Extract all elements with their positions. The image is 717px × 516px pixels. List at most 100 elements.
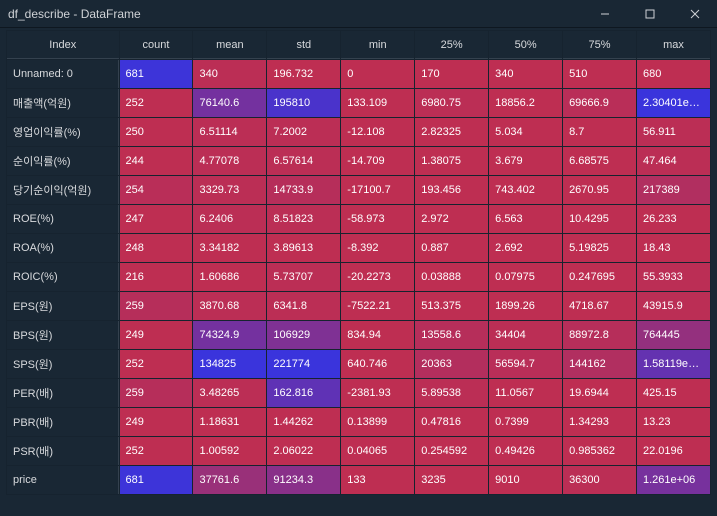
- data-cell[interactable]: -17100.7: [341, 176, 414, 204]
- data-cell[interactable]: 74324.9: [193, 321, 266, 349]
- row-index[interactable]: SPS(원): [7, 350, 119, 378]
- row-index[interactable]: 영업이익률(%): [7, 118, 119, 146]
- data-cell[interactable]: 13.23: [637, 408, 710, 436]
- data-cell[interactable]: 22.0196: [637, 437, 710, 465]
- column-header[interactable]: 50%: [489, 31, 562, 59]
- data-cell[interactable]: 8.51823: [267, 205, 340, 233]
- row-index[interactable]: 당기순이익(억원): [7, 176, 119, 204]
- data-cell[interactable]: 3.34182: [193, 234, 266, 262]
- data-cell[interactable]: 4.77078: [193, 147, 266, 175]
- data-cell[interactable]: 6.2406: [193, 205, 266, 233]
- data-cell[interactable]: 1899.26: [489, 292, 562, 320]
- row-index[interactable]: Unnamed: 0: [7, 60, 119, 88]
- data-cell[interactable]: 18.43: [637, 234, 710, 262]
- data-cell[interactable]: 5.89538: [415, 379, 488, 407]
- data-cell[interactable]: 1.261e+06: [637, 466, 710, 494]
- data-cell[interactable]: 0.07975: [489, 263, 562, 291]
- data-cell[interactable]: 0.47816: [415, 408, 488, 436]
- data-cell[interactable]: 2.82325: [415, 118, 488, 146]
- data-cell[interactable]: 134825: [193, 350, 266, 378]
- data-cell[interactable]: 764445: [637, 321, 710, 349]
- data-cell[interactable]: 244: [120, 147, 193, 175]
- column-header[interactable]: 75%: [563, 31, 636, 59]
- data-cell[interactable]: 259: [120, 292, 193, 320]
- data-cell[interactable]: 340: [193, 60, 266, 88]
- column-header[interactable]: max: [637, 31, 710, 59]
- data-cell[interactable]: 1.38075: [415, 147, 488, 175]
- data-cell[interactable]: 91234.3: [267, 466, 340, 494]
- data-cell[interactable]: 0.985362: [563, 437, 636, 465]
- data-cell[interactable]: 2670.95: [563, 176, 636, 204]
- data-cell[interactable]: 513.375: [415, 292, 488, 320]
- data-cell[interactable]: 6.57614: [267, 147, 340, 175]
- data-cell[interactable]: 1.34293: [563, 408, 636, 436]
- data-cell[interactable]: 252: [120, 89, 193, 117]
- data-cell[interactable]: 195810: [267, 89, 340, 117]
- data-cell[interactable]: 56.911: [637, 118, 710, 146]
- data-cell[interactable]: -7522.21: [341, 292, 414, 320]
- data-cell[interactable]: 3.89613: [267, 234, 340, 262]
- data-cell[interactable]: 56594.7: [489, 350, 562, 378]
- data-cell[interactable]: 196.732: [267, 60, 340, 88]
- data-cell[interactable]: 6.51114: [193, 118, 266, 146]
- column-header[interactable]: mean: [193, 31, 266, 59]
- data-cell[interactable]: 0.7399: [489, 408, 562, 436]
- column-header[interactable]: std: [267, 31, 340, 59]
- row-index[interactable]: 매출액(억원): [7, 89, 119, 117]
- data-cell[interactable]: 4718.67: [563, 292, 636, 320]
- column-header[interactable]: count: [120, 31, 193, 59]
- data-cell[interactable]: 133.109: [341, 89, 414, 117]
- data-cell[interactable]: 8.7: [563, 118, 636, 146]
- data-cell[interactable]: 19.6944: [563, 379, 636, 407]
- data-cell[interactable]: 18856.2: [489, 89, 562, 117]
- data-cell[interactable]: 133: [341, 466, 414, 494]
- data-cell[interactable]: 3329.73: [193, 176, 266, 204]
- data-cell[interactable]: 0.887: [415, 234, 488, 262]
- data-cell[interactable]: 0.04065: [341, 437, 414, 465]
- row-index[interactable]: PSR(배): [7, 437, 119, 465]
- data-cell[interactable]: 2.06022: [267, 437, 340, 465]
- data-cell[interactable]: 170: [415, 60, 488, 88]
- data-cell[interactable]: -14.709: [341, 147, 414, 175]
- data-cell[interactable]: 88972.8: [563, 321, 636, 349]
- data-cell[interactable]: 2.692: [489, 234, 562, 262]
- column-header[interactable]: 25%: [415, 31, 488, 59]
- row-index[interactable]: ROE(%): [7, 205, 119, 233]
- data-cell[interactable]: 743.402: [489, 176, 562, 204]
- data-cell[interactable]: 248: [120, 234, 193, 262]
- data-cell[interactable]: 6341.8: [267, 292, 340, 320]
- row-index[interactable]: PER(배): [7, 379, 119, 407]
- data-cell[interactable]: 20363: [415, 350, 488, 378]
- data-cell[interactable]: 69666.9: [563, 89, 636, 117]
- data-cell[interactable]: 2.972: [415, 205, 488, 233]
- data-cell[interactable]: 37761.6: [193, 466, 266, 494]
- data-cell[interactable]: 13558.6: [415, 321, 488, 349]
- column-header[interactable]: min: [341, 31, 414, 59]
- data-cell[interactable]: 425.15: [637, 379, 710, 407]
- data-cell[interactable]: 162.816: [267, 379, 340, 407]
- data-cell[interactable]: 106929: [267, 321, 340, 349]
- data-cell[interactable]: 0: [341, 60, 414, 88]
- data-cell[interactable]: 144162: [563, 350, 636, 378]
- data-cell[interactable]: 0.13899: [341, 408, 414, 436]
- data-cell[interactable]: -58.973: [341, 205, 414, 233]
- data-cell[interactable]: 5.19825: [563, 234, 636, 262]
- data-cell[interactable]: 55.3933: [637, 263, 710, 291]
- data-cell[interactable]: 6.563: [489, 205, 562, 233]
- data-cell[interactable]: 34404: [489, 321, 562, 349]
- row-index[interactable]: BPS(원): [7, 321, 119, 349]
- data-cell[interactable]: 0.03888: [415, 263, 488, 291]
- data-cell[interactable]: 247: [120, 205, 193, 233]
- data-cell[interactable]: 193.456: [415, 176, 488, 204]
- minimize-icon[interactable]: [582, 0, 627, 27]
- data-cell[interactable]: 249: [120, 408, 193, 436]
- data-cell[interactable]: 681: [120, 466, 193, 494]
- data-cell[interactable]: 259: [120, 379, 193, 407]
- data-cell[interactable]: -8.392: [341, 234, 414, 262]
- data-cell[interactable]: 217389: [637, 176, 710, 204]
- data-cell[interactable]: 252: [120, 350, 193, 378]
- data-cell[interactable]: -12.108: [341, 118, 414, 146]
- data-cell[interactable]: 640.746: [341, 350, 414, 378]
- data-cell[interactable]: 9010: [489, 466, 562, 494]
- close-icon[interactable]: [672, 0, 717, 27]
